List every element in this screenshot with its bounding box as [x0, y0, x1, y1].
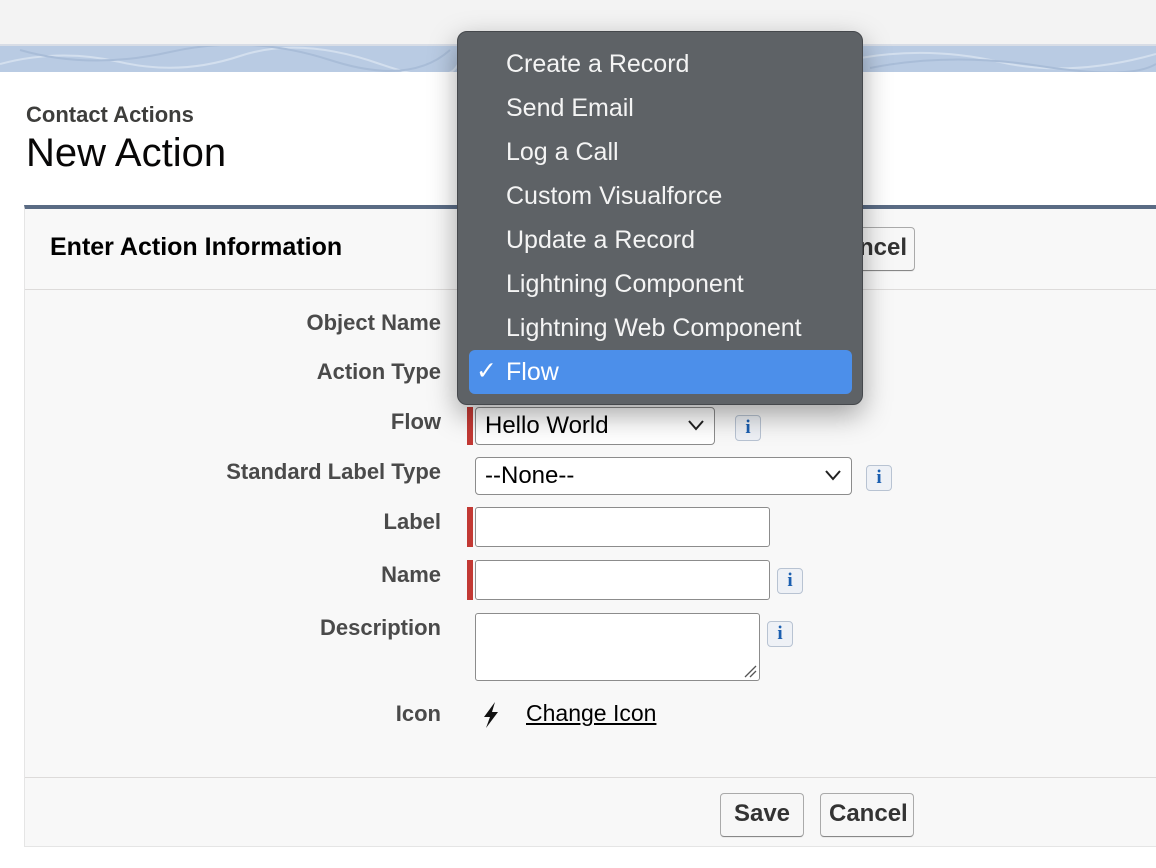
change-icon-link[interactable]: Change Icon — [526, 700, 656, 727]
required-marker — [467, 560, 473, 600]
lightning-bolt-icon — [484, 702, 498, 728]
menu-item-lightning-component[interactable]: Lightning Component — [506, 270, 744, 299]
icon-label: Icon — [395, 701, 441, 726]
required-marker — [467, 407, 473, 445]
menu-item-update-record[interactable]: Update a Record — [506, 226, 695, 255]
standard-label-type-select[interactable]: --None-- — [475, 457, 852, 495]
cancel-button[interactable]: Cancel — [820, 793, 914, 837]
standard-label-type-label: Standard Label Type — [226, 459, 441, 484]
menu-item-log-call[interactable]: Log a Call — [506, 138, 619, 167]
flow-select[interactable]: Hello World — [475, 407, 715, 445]
action-type-label: Action Type — [316, 359, 441, 384]
flow-select-value: Hello World — [485, 412, 609, 439]
menu-item-lightning-web-component[interactable]: Lightning Web Component — [506, 314, 802, 343]
info-icon[interactable]: i — [777, 568, 803, 594]
label-field-label: Label — [383, 509, 441, 534]
menu-item-flow[interactable]: Flow — [506, 358, 559, 387]
required-marker — [467, 507, 473, 547]
standard-label-type-value: --None-- — [485, 462, 575, 489]
page-title: New Action — [26, 131, 227, 175]
description-label: Description — [319, 615, 441, 640]
resize-handle-icon[interactable] — [743, 664, 757, 678]
footer-divider — [25, 777, 1156, 778]
name-field-label: Name — [381, 562, 441, 587]
save-button[interactable]: Save — [720, 793, 804, 837]
info-icon[interactable]: i — [767, 621, 793, 647]
page-subtitle: Contact Actions — [26, 102, 194, 127]
label-input[interactable] — [475, 507, 770, 547]
menu-item-create-record[interactable]: Create a Record — [506, 50, 689, 79]
menu-item-custom-visualforce[interactable]: Custom Visualforce — [506, 182, 722, 211]
cancel-button-top-label: ncel — [858, 234, 907, 261]
action-type-dropdown-menu: Create a Record Send Email Log a Call Cu… — [457, 31, 863, 405]
menu-item-send-email[interactable]: Send Email — [506, 94, 634, 123]
panel-title: Enter Action Information — [50, 233, 343, 261]
chevron-down-icon — [688, 420, 704, 431]
object-name-label: Object Name — [306, 310, 442, 335]
info-icon[interactable]: i — [735, 415, 761, 441]
name-input[interactable] — [475, 560, 770, 600]
description-textarea[interactable] — [475, 613, 760, 681]
info-icon[interactable]: i — [866, 465, 892, 491]
chevron-down-icon — [825, 470, 841, 481]
flow-label: Flow — [390, 409, 441, 434]
checkmark-icon: ✓ — [476, 357, 497, 385]
page-header: Contact Actions New Action — [26, 102, 226, 176]
